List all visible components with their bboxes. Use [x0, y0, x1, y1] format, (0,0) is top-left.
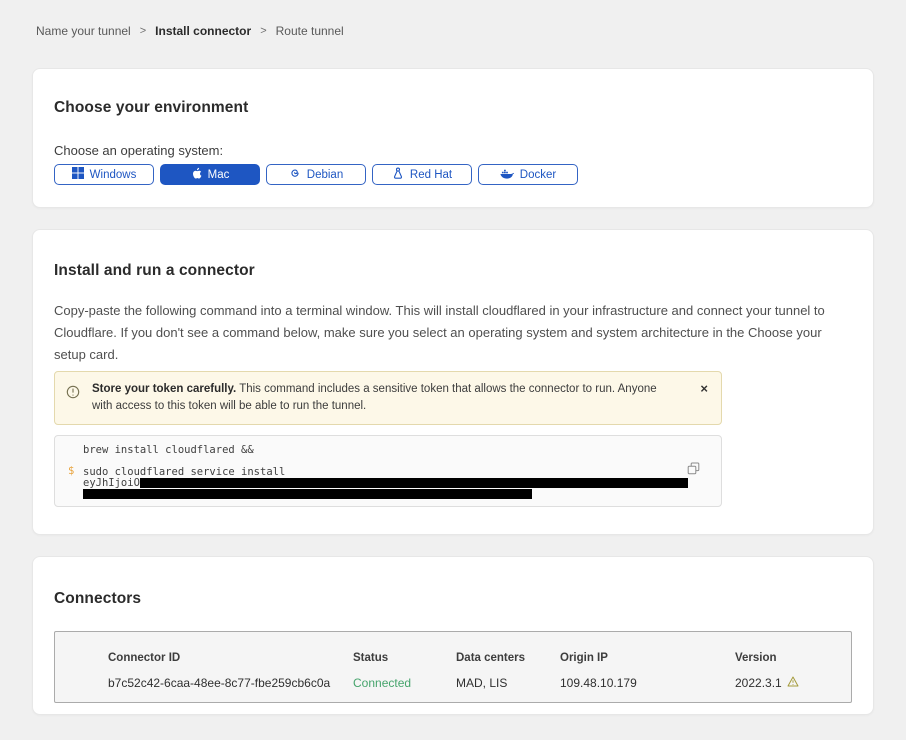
os-button-label: Docker: [520, 169, 556, 181]
connectors-table: Connector ID Status Data centers Origin …: [54, 631, 852, 703]
status-badge: Connected: [353, 676, 456, 690]
breadcrumb-step-route-tunnel[interactable]: Route tunnel: [276, 24, 344, 38]
data-centers-value: MAD, LIS: [456, 676, 560, 690]
connectors-card: Connectors Connector ID Status Data cent…: [32, 556, 874, 715]
alert-circle-icon: [66, 385, 80, 405]
breadcrumb-separator: >: [140, 25, 146, 37]
warning-title: Store your token carefully.: [92, 383, 236, 395]
debian-icon: [289, 167, 301, 182]
command-token-line-2: [83, 489, 693, 500]
breadcrumb: Name your tunnel > Install connector > R…: [0, 0, 906, 38]
command-line-2: sudo cloudflared service install: [83, 467, 693, 478]
os-select-label: Choose an operating system:: [54, 143, 852, 158]
version-value: 2022.3.1: [735, 676, 841, 690]
command-line-1: brew install cloudflared &&: [83, 445, 693, 456]
column-header-connector-id: Connector ID: [108, 652, 353, 664]
os-button-group: Windows Mac Debian Red Hat: [54, 164, 852, 185]
os-button-docker[interactable]: Docker: [478, 164, 578, 185]
copy-icon[interactable]: [687, 462, 700, 478]
windows-icon: [72, 167, 84, 182]
os-button-mac[interactable]: Mac: [160, 164, 260, 185]
os-button-label: Mac: [208, 169, 230, 181]
breadcrumb-step-install-connector[interactable]: Install connector: [155, 24, 251, 38]
choose-environment-card: Choose your environment Choose an operat…: [32, 68, 874, 208]
install-command-terminal: $ brew install cloudflared && sudo cloud…: [54, 435, 722, 507]
origin-ip-value: 109.48.10.179: [560, 676, 735, 690]
token-redaction-bar: [140, 478, 688, 488]
tunnel-setup-page: Name your tunnel > Install connector > R…: [0, 0, 906, 740]
token-warning-banner: Store your token carefully. This command…: [54, 371, 722, 425]
os-button-label: Debian: [307, 169, 343, 181]
connectors-table-header: Connector ID Status Data centers Origin …: [108, 652, 841, 664]
redhat-icon: [392, 167, 404, 183]
os-button-debian[interactable]: Debian: [266, 164, 366, 185]
os-button-label: Windows: [90, 169, 137, 181]
warning-triangle-icon: [787, 676, 799, 690]
connector-id-value: b7c52c42-6caa-48ee-8c77-fbe259cb6c0a: [108, 676, 353, 690]
os-button-windows[interactable]: Windows: [54, 164, 154, 185]
os-button-redhat[interactable]: Red Hat: [372, 164, 472, 185]
column-header-data-centers: Data centers: [456, 652, 560, 664]
connectors-card-title: Connectors: [54, 590, 852, 608]
install-description: Copy-paste the following command into a …: [54, 300, 852, 366]
docker-icon: [500, 168, 514, 182]
token-redaction-bar: [83, 489, 532, 499]
breadcrumb-separator: >: [260, 25, 266, 37]
column-header-status: Status: [353, 652, 456, 664]
command-token-line: eyJhIjoiO: [83, 478, 693, 489]
install-connector-card: Install and run a connector Copy-paste t…: [32, 229, 874, 535]
column-header-version: Version: [735, 652, 841, 664]
breadcrumb-step-name-tunnel[interactable]: Name your tunnel: [36, 24, 131, 38]
table-row: b7c52c42-6caa-48ee-8c77-fbe259cb6c0a Con…: [108, 664, 841, 690]
environment-card-title: Choose your environment: [54, 99, 852, 117]
terminal-prompt: $: [68, 466, 74, 477]
apple-icon: [191, 167, 202, 183]
install-card-title: Install and run a connector: [54, 262, 852, 280]
os-button-label: Red Hat: [410, 169, 452, 181]
column-header-origin-ip: Origin IP: [560, 652, 735, 664]
close-icon[interactable]: ×: [700, 382, 708, 396]
